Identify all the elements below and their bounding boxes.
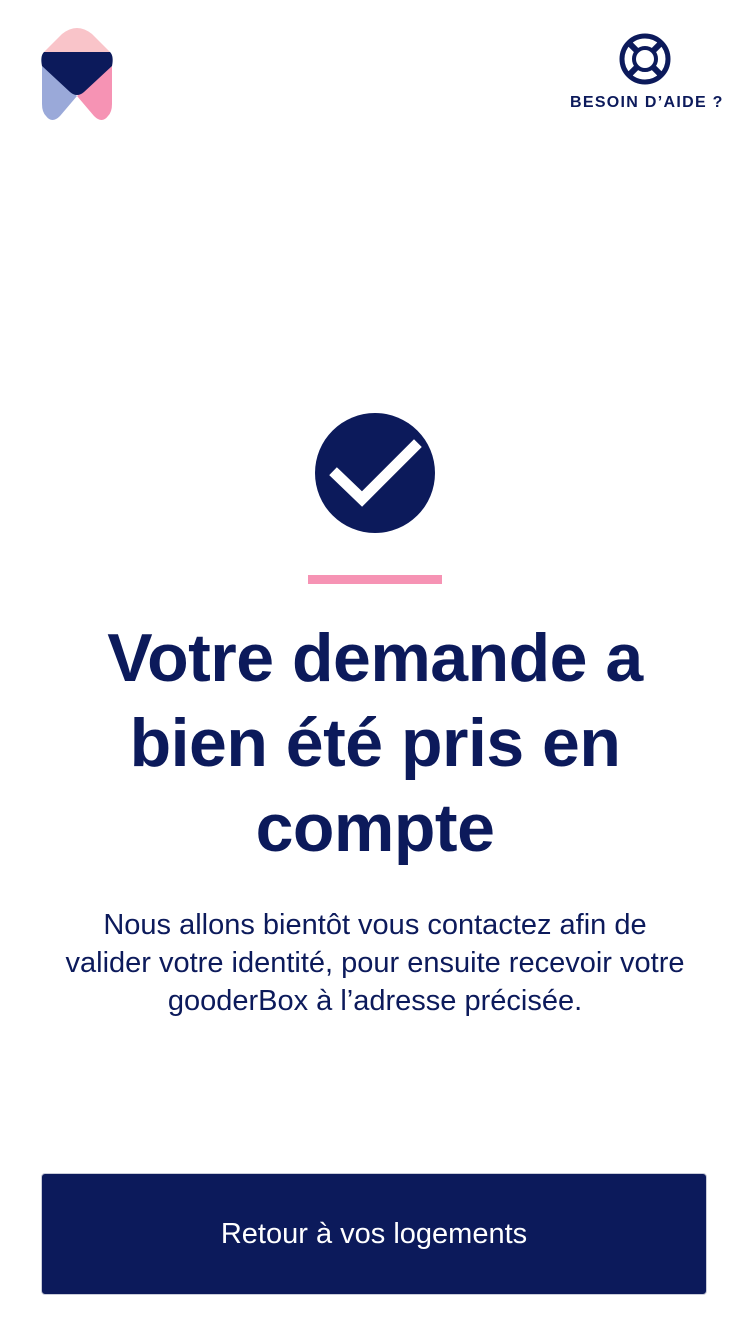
- back-to-housings-button[interactable]: Retour à vos logements: [41, 1173, 707, 1295]
- lifebuoy-icon: [619, 33, 671, 85]
- confirmation-title: Votre demande a bien été pris en compte: [107, 620, 643, 866]
- confirmation-message: Nous allons bientôt vous contactez afin …: [65, 909, 685, 1017]
- help-label: BESOIN D’AIDE ?: [570, 94, 724, 111]
- help-button[interactable]: BESOIN D’AIDE ?: [570, 32, 724, 112]
- accent-divider: [308, 575, 442, 584]
- house-brand-logo-icon: [41, 28, 113, 120]
- success-indicator: [315, 413, 435, 533]
- brand-logo: [40, 26, 114, 122]
- check-circle-icon: [315, 413, 435, 533]
